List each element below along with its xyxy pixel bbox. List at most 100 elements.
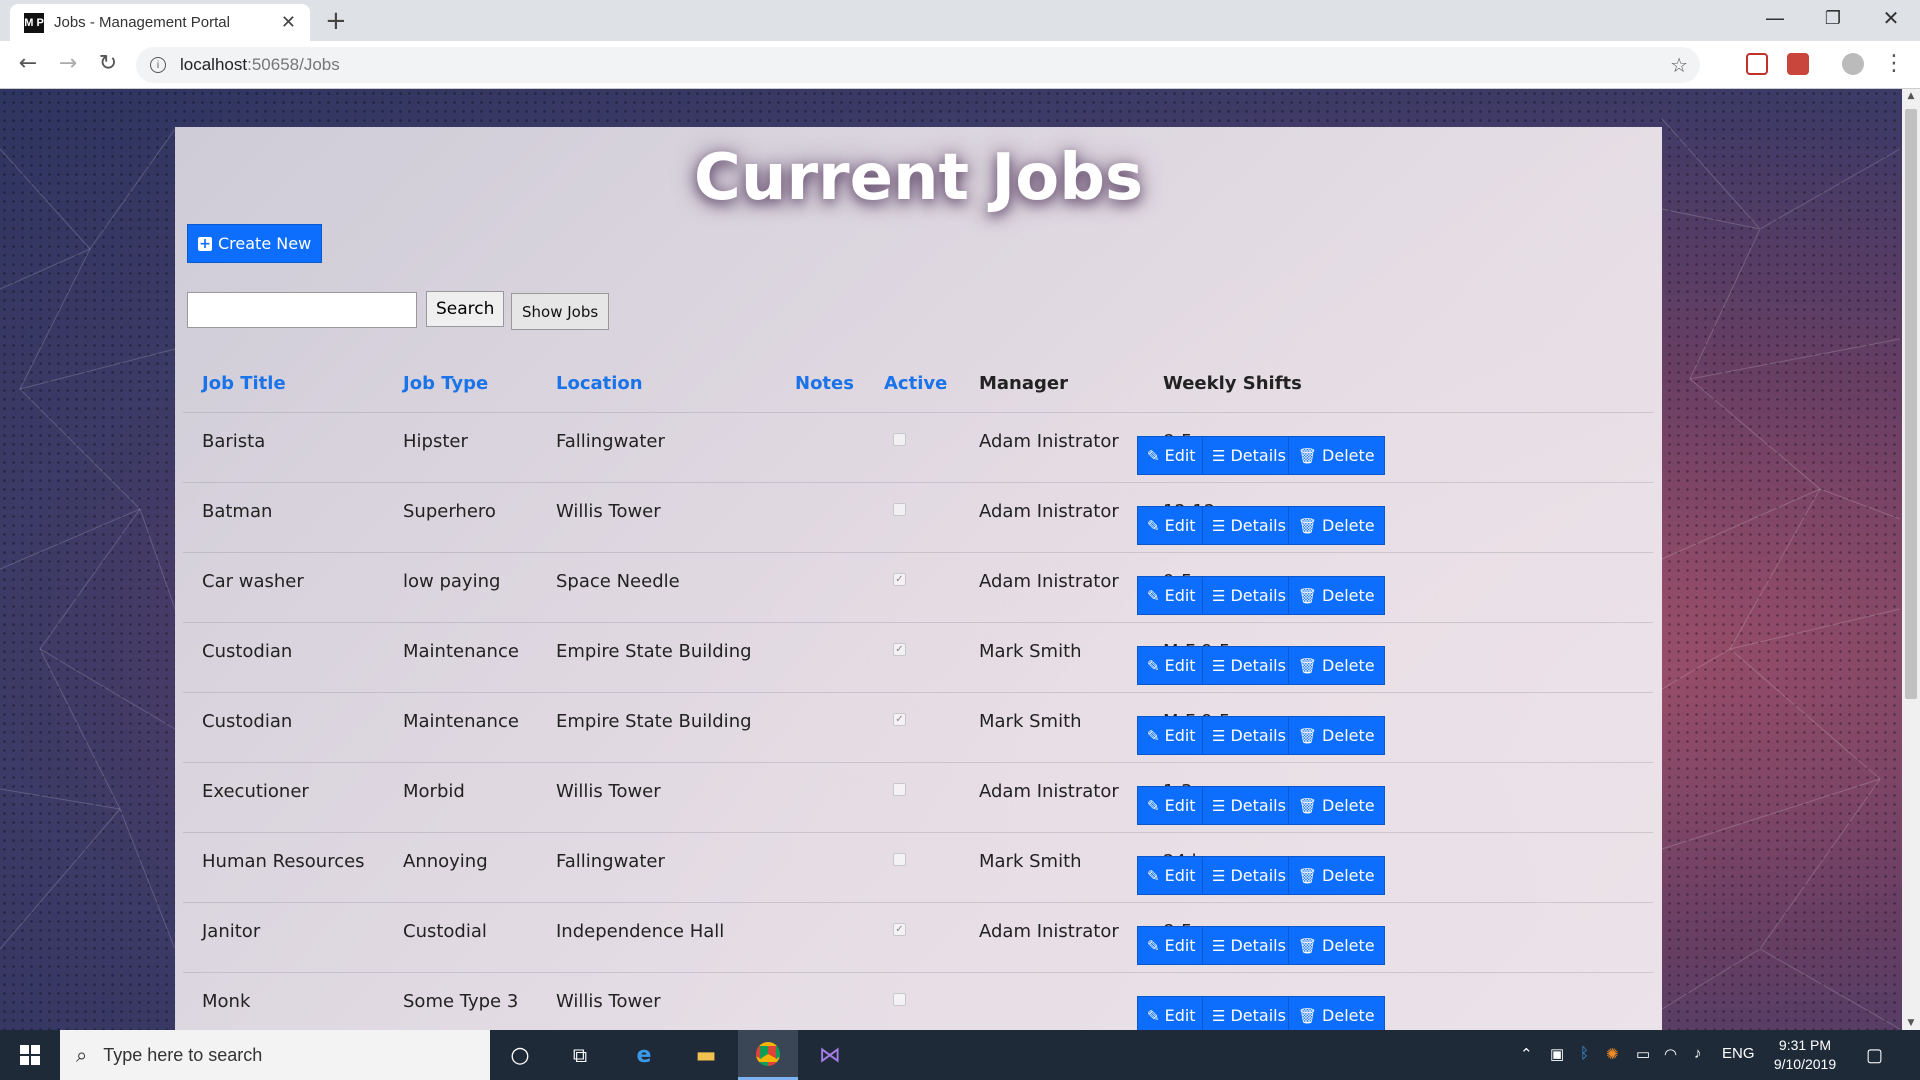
- notifications-icon[interactable]: ▢: [1866, 1045, 1883, 1066]
- delete-button[interactable]: 🗑 Delete: [1288, 436, 1385, 475]
- language-indicator[interactable]: ENG: [1722, 1045, 1755, 1062]
- address-bar[interactable]: i localhost:50658/Jobs ☆: [136, 47, 1700, 83]
- edit-button[interactable]: ✎ Edit: [1137, 506, 1206, 545]
- show-hidden-icons-icon[interactable]: ⌃: [1520, 1045, 1533, 1063]
- cell-manager: Adam Inistrator: [979, 431, 1119, 452]
- delete-button[interactable]: 🗑 Delete: [1288, 996, 1385, 1030]
- edit-button[interactable]: ✎ Edit: [1137, 646, 1206, 685]
- search-button[interactable]: Search: [426, 291, 505, 327]
- wifi-icon[interactable]: ◠: [1664, 1045, 1677, 1063]
- pencil-icon: ✎: [1147, 516, 1160, 535]
- edit-button-label: Edit: [1164, 446, 1196, 465]
- battery-icon[interactable]: ▭: [1636, 1045, 1650, 1063]
- url-text: localhost:50658/Jobs: [180, 55, 340, 74]
- cell-job-type: Custodial: [403, 921, 487, 942]
- details-button[interactable]: ☰ Details: [1202, 646, 1296, 685]
- edit-button[interactable]: ✎ Edit: [1137, 856, 1206, 895]
- extension-pocket-icon[interactable]: [1746, 53, 1768, 75]
- cortana-icon[interactable]: ○: [490, 1030, 550, 1080]
- page-scrollbar[interactable]: ▲ ▼: [1902, 89, 1920, 1030]
- edit-button[interactable]: ✎ Edit: [1137, 926, 1206, 965]
- details-button[interactable]: ☰ Details: [1202, 856, 1296, 895]
- network-drive-icon[interactable]: ▣: [1550, 1045, 1564, 1063]
- details-button-label: Details: [1230, 516, 1286, 535]
- volume-icon[interactable]: ♪: [1694, 1045, 1702, 1062]
- details-button[interactable]: ☰ Details: [1202, 786, 1296, 825]
- details-button[interactable]: ☰ Details: [1202, 996, 1296, 1030]
- browser-tab-strip: M P Jobs - Management Portal ✕ + — ❐ ✕: [0, 0, 1920, 41]
- header-job-type[interactable]: Job Type: [403, 373, 488, 394]
- antivirus-icon[interactable]: ✺: [1606, 1045, 1619, 1063]
- trash-icon: 🗑: [1298, 866, 1318, 885]
- header-notes[interactable]: Notes: [795, 373, 854, 394]
- create-new-button[interactable]: + Create New: [187, 224, 323, 263]
- cell-manager: Adam Inistrator: [979, 501, 1119, 522]
- bookmark-star-icon[interactable]: ☆: [1670, 53, 1688, 77]
- file-explorer-icon[interactable]: ▬: [676, 1030, 736, 1080]
- close-tab-icon[interactable]: ✕: [281, 12, 296, 33]
- cell-job-type: Some Type 3: [403, 991, 519, 1012]
- forward-icon[interactable]: →: [54, 51, 82, 76]
- list-icon: ☰: [1212, 726, 1226, 745]
- header-active[interactable]: Active: [884, 373, 947, 394]
- delete-button[interactable]: 🗑 Delete: [1288, 716, 1385, 755]
- edit-button[interactable]: ✎ Edit: [1137, 996, 1206, 1030]
- clock-date: 9/10/2019: [1773, 1056, 1837, 1072]
- details-button[interactable]: ☰ Details: [1202, 576, 1296, 615]
- delete-button-label: Delete: [1322, 586, 1375, 605]
- restore-icon[interactable]: ❐: [1810, 8, 1856, 29]
- bluetooth-icon[interactable]: ᛒ: [1580, 1045, 1589, 1062]
- chrome-icon[interactable]: [738, 1030, 798, 1080]
- scroll-up-icon[interactable]: ▲: [1902, 91, 1920, 101]
- task-view-icon[interactable]: ⧉: [550, 1030, 610, 1080]
- delete-button[interactable]: 🗑 Delete: [1288, 856, 1385, 895]
- extension-pdf-icon[interactable]: [1787, 53, 1809, 75]
- minimize-icon[interactable]: —: [1752, 6, 1798, 30]
- taskbar-search-box[interactable]: ⌕ Type here to search: [60, 1030, 490, 1080]
- active-checkbox: ✓: [893, 643, 906, 656]
- show-jobs-button[interactable]: Show Jobs: [511, 293, 610, 330]
- edit-button-label: Edit: [1164, 866, 1196, 885]
- back-icon[interactable]: ←: [14, 51, 42, 76]
- delete-button[interactable]: 🗑 Delete: [1288, 926, 1385, 965]
- site-info-icon[interactable]: i: [150, 57, 166, 73]
- browser-tab[interactable]: M P Jobs - Management Portal ✕: [10, 4, 310, 41]
- details-button[interactable]: ☰ Details: [1202, 926, 1296, 965]
- scrollbar-thumb[interactable]: [1905, 109, 1917, 699]
- details-button[interactable]: ☰ Details: [1202, 436, 1296, 475]
- browser-menu-icon[interactable]: ⋮: [1880, 51, 1908, 76]
- reload-icon[interactable]: ↻: [94, 51, 122, 76]
- edit-button[interactable]: ✎ Edit: [1137, 576, 1206, 615]
- header-job-title[interactable]: Job Title: [202, 373, 286, 394]
- active-checkbox: [893, 433, 906, 446]
- edge-icon[interactable]: e: [614, 1030, 674, 1080]
- table-row: Custodian Maintenance Empire State Buildin…: [183, 692, 1653, 762]
- delete-button[interactable]: 🗑 Delete: [1288, 576, 1385, 615]
- cell-job-type: Maintenance: [403, 641, 519, 662]
- active-checkbox: ✓: [893, 713, 906, 726]
- start-button[interactable]: [0, 1030, 60, 1080]
- search-input[interactable]: [187, 292, 417, 328]
- delete-button[interactable]: 🗑 Delete: [1288, 786, 1385, 825]
- edit-button[interactable]: ✎ Edit: [1137, 786, 1206, 825]
- cell-manager: Mark Smith: [979, 711, 1082, 732]
- new-tab-icon[interactable]: +: [325, 6, 347, 36]
- cell-manager: Mark Smith: [979, 641, 1082, 662]
- cell-location: Willis Tower: [556, 781, 661, 802]
- edit-button[interactable]: ✎ Edit: [1137, 436, 1206, 475]
- window-close-icon[interactable]: ✕: [1868, 6, 1914, 30]
- cell-job-type: Hipster: [403, 431, 468, 452]
- cell-job-title: Janitor: [202, 921, 261, 942]
- visual-studio-icon[interactable]: ⋈: [800, 1030, 860, 1080]
- delete-button[interactable]: 🗑 Delete: [1288, 646, 1385, 685]
- edit-button[interactable]: ✎ Edit: [1137, 716, 1206, 755]
- taskbar-clock[interactable]: 9:31 PM 9/10/2019: [1760, 1036, 1850, 1074]
- details-button[interactable]: ☰ Details: [1202, 506, 1296, 545]
- scroll-down-icon[interactable]: ▼: [1902, 1018, 1920, 1028]
- cell-job-title: Human Resources: [202, 851, 365, 872]
- header-weekly-shifts: Weekly Shifts: [1163, 373, 1302, 394]
- delete-button[interactable]: 🗑 Delete: [1288, 506, 1385, 545]
- profile-avatar-icon[interactable]: [1842, 53, 1864, 75]
- header-location[interactable]: Location: [556, 373, 643, 394]
- details-button[interactable]: ☰ Details: [1202, 716, 1296, 755]
